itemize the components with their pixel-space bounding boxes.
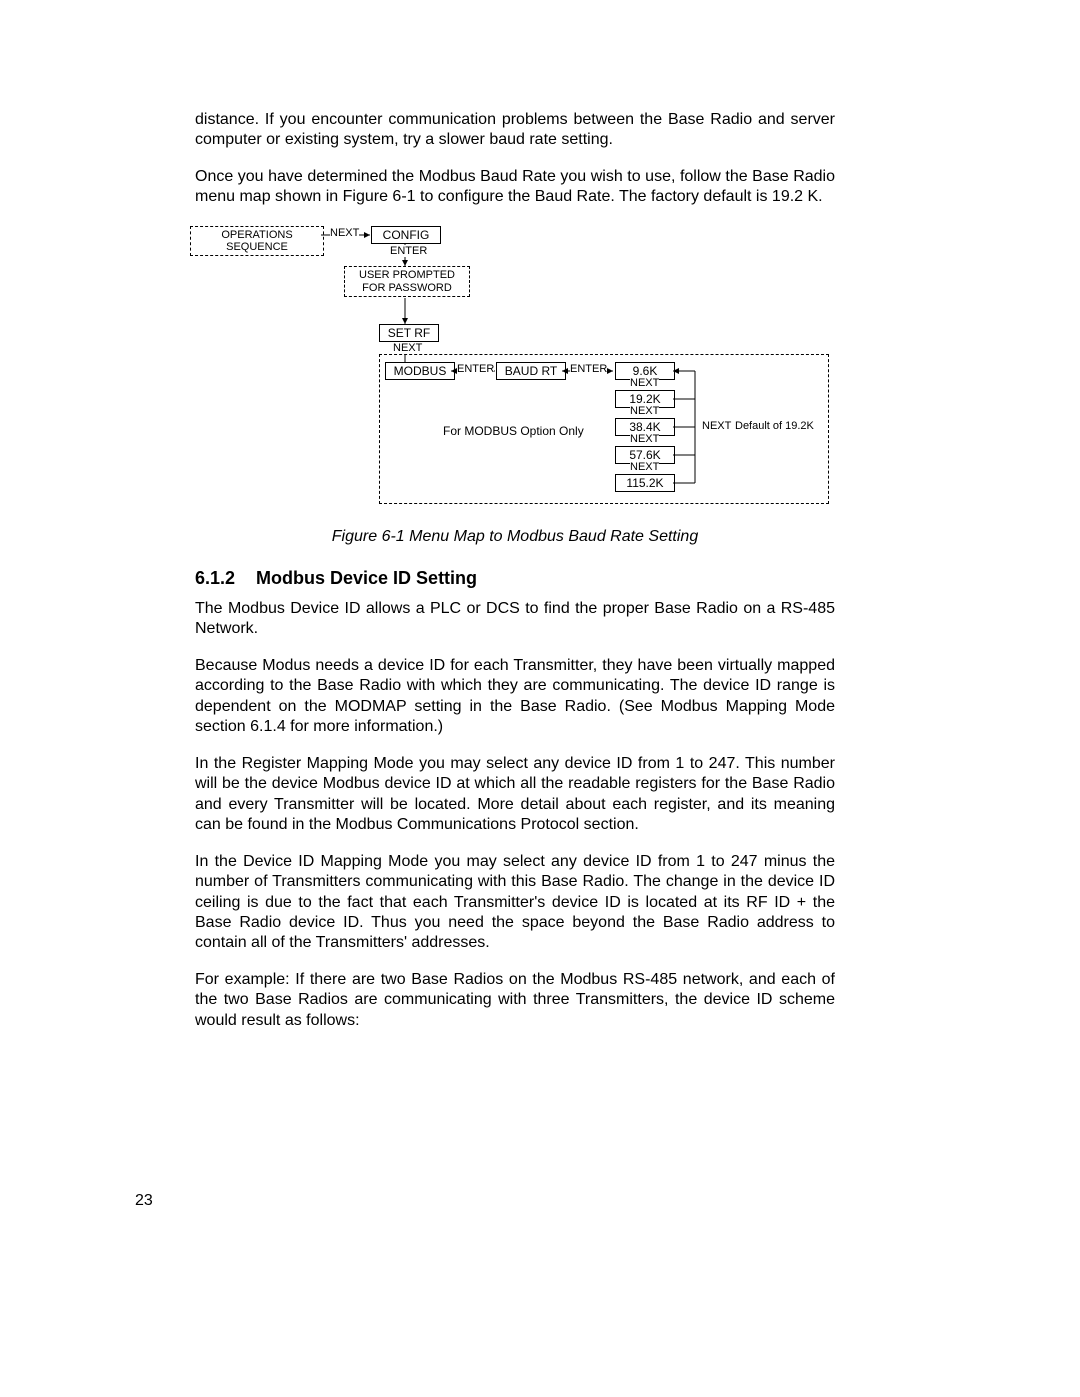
section-heading: 6.1.2 Modbus Device ID Setting xyxy=(251,568,835,589)
label-modbus-option: For MODBUS Option Only xyxy=(443,424,584,438)
paragraph-7: For example: If there are two Base Radio… xyxy=(195,970,835,1031)
content-column: distance. If you encounter communication… xyxy=(195,110,835,1047)
label-next-loop: NEXT xyxy=(702,420,731,432)
connector-rate-loop xyxy=(195,224,895,524)
figure-caption: Figure 6-1 Menu Map to Modbus Baud Rate … xyxy=(195,528,835,546)
paragraph-3: The Modbus Device ID allows a PLC or DCS… xyxy=(195,599,835,640)
paragraph-5: In the Register Mapping Mode you may sel… xyxy=(195,754,835,836)
paragraph-6: In the Device ID Mapping Mode you may se… xyxy=(195,852,835,954)
paragraph-1: distance. If you encounter communication… xyxy=(195,110,835,151)
section-number: 6.1.2 xyxy=(195,568,251,589)
paragraph-2: Once you have determined the Modbus Baud… xyxy=(195,167,835,208)
figure-6-1-diagram: OPERATIONS SEQUENCE NEXT CONFIG ENTER US… xyxy=(195,224,835,504)
page: distance. If you encounter communication… xyxy=(0,0,1080,1397)
section-title: Modbus Device ID Setting xyxy=(256,568,477,588)
paragraph-4: Because Modus needs a device ID for each… xyxy=(195,656,835,738)
label-default: Default of 19.2K xyxy=(735,420,814,432)
section-heading-wrap: 6.1.2 Modbus Device ID Setting xyxy=(251,568,835,589)
page-number: 23 xyxy=(135,1192,153,1210)
